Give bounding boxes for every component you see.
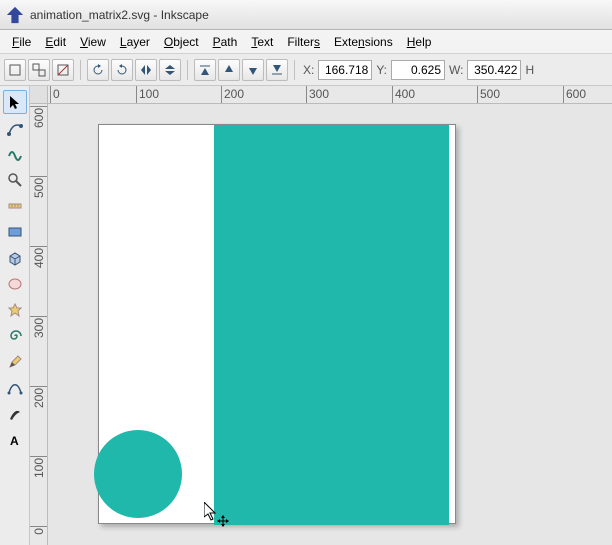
teal-rectangle-shape[interactable] — [214, 125, 449, 525]
deselect-button[interactable] — [52, 59, 74, 81]
toolbox: A — [0, 86, 30, 545]
menu-bar: File Edit View Layer Object Path Text Fi… — [0, 30, 612, 54]
w-label: W: — [449, 63, 463, 77]
tool-options-bar: X: Y: W: H — [0, 54, 612, 86]
select-all-layers-button[interactable] — [4, 59, 26, 81]
calligraphy-tool[interactable] — [3, 402, 27, 426]
canvas-area[interactable] — [48, 104, 612, 545]
bezier-tool[interactable] — [3, 376, 27, 400]
h-label: H — [525, 63, 534, 77]
lower-button[interactable] — [242, 59, 264, 81]
x-input[interactable] — [318, 60, 372, 80]
raise-top-button[interactable] — [194, 59, 216, 81]
spiral-tool[interactable] — [3, 324, 27, 348]
3dbox-tool[interactable] — [3, 246, 27, 270]
ruler-horizontal[interactable]: 0100200300400500600 — [48, 86, 612, 104]
svg-text:A: A — [10, 434, 19, 448]
menu-edit[interactable]: Edit — [39, 33, 72, 51]
pencil-tool[interactable] — [3, 350, 27, 374]
text-tool[interactable]: A — [3, 428, 27, 452]
menu-layer[interactable]: Layer — [114, 33, 156, 51]
node-tool[interactable] — [3, 116, 27, 140]
x-label: X: — [303, 63, 314, 77]
flip-vertical-button[interactable] — [159, 59, 181, 81]
zoom-tool[interactable] — [3, 168, 27, 192]
ruler-vertical[interactable]: 0100200300400500600 — [30, 104, 48, 545]
menu-text[interactable]: Text — [245, 33, 279, 51]
w-input[interactable] — [467, 60, 521, 80]
selector-tool[interactable] — [3, 90, 27, 114]
menu-file[interactable]: File — [6, 33, 37, 51]
flip-horizontal-button[interactable] — [135, 59, 157, 81]
inkscape-icon — [6, 6, 24, 24]
rotate-ccw-button[interactable] — [87, 59, 109, 81]
menu-help[interactable]: Help — [401, 33, 438, 51]
menu-path[interactable]: Path — [207, 33, 244, 51]
document-page — [98, 124, 456, 524]
rect-tool[interactable] — [3, 220, 27, 244]
teal-circle-shape[interactable] — [94, 430, 182, 518]
raise-button[interactable] — [218, 59, 240, 81]
window-titlebar: animation_matrix2.svg - Inkscape — [0, 0, 612, 30]
menu-filters[interactable]: Filters — [281, 33, 326, 51]
select-all-button[interactable] — [28, 59, 50, 81]
menu-object[interactable]: Object — [158, 33, 205, 51]
y-input[interactable] — [391, 60, 445, 80]
lower-bottom-button[interactable] — [266, 59, 288, 81]
ruler-corner — [30, 86, 48, 104]
window-title: animation_matrix2.svg - Inkscape — [30, 8, 209, 22]
menu-extensions[interactable]: Extensions — [328, 33, 399, 51]
measure-tool[interactable] — [3, 194, 27, 218]
star-tool[interactable] — [3, 298, 27, 322]
tweak-tool[interactable] — [3, 142, 27, 166]
ellipse-tool[interactable] — [3, 272, 27, 296]
y-label: Y: — [376, 63, 387, 77]
menu-view[interactable]: View — [74, 33, 112, 51]
rotate-cw-button[interactable] — [111, 59, 133, 81]
